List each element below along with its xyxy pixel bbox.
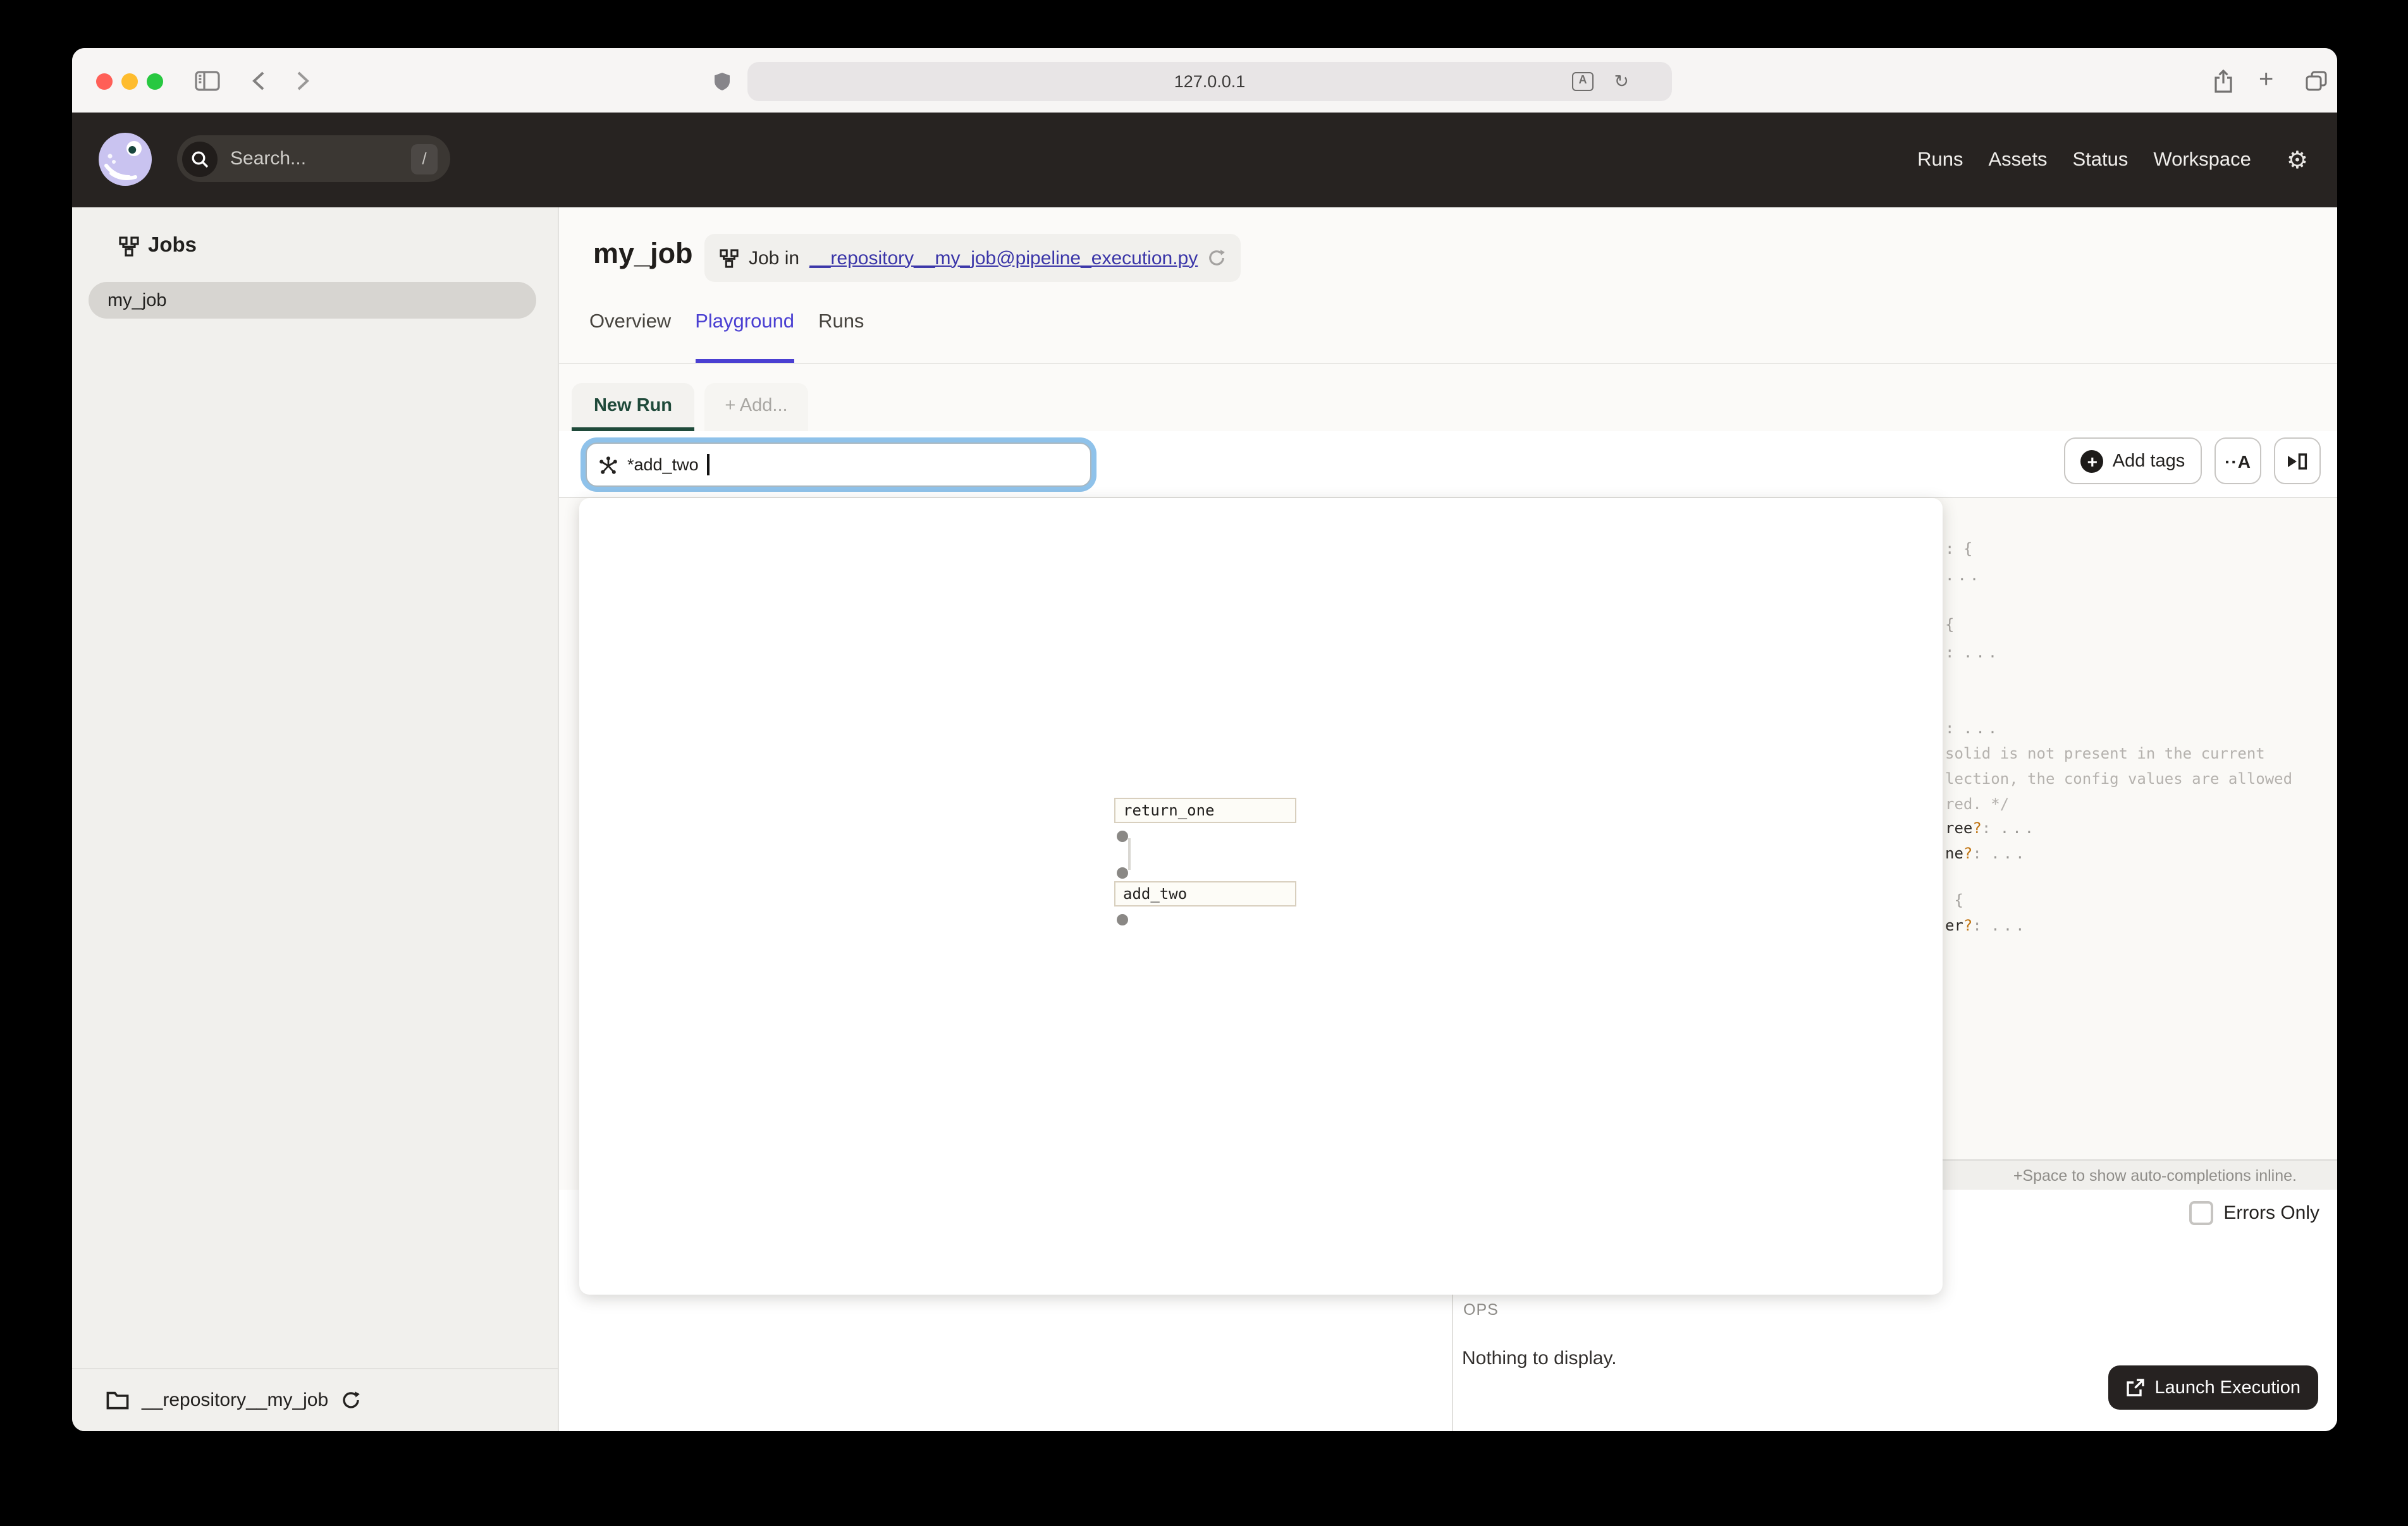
errors-only-label: Errors Only <box>2223 1202 2319 1224</box>
repository-link[interactable]: __repository__my_job@pipeline_execution.… <box>809 247 1198 269</box>
reload-repository-icon[interactable] <box>341 1391 360 1410</box>
config-line: ree?: ... <box>1945 819 2037 837</box>
sidebar-toggle-icon[interactable] <box>195 71 220 91</box>
add-tags-label: Add tags <box>2112 451 2185 471</box>
op-selector-input[interactable]: *add_two <box>586 443 1091 487</box>
add-tags-button[interactable]: + Add tags <box>2064 437 2202 484</box>
browser-toolbar: 127.0.0.1 A ↻ + <box>72 48 2337 114</box>
app-body: Jobs my_job __repository__my_job my_job … <box>72 207 2337 1431</box>
tab-add-run[interactable]: + Add... <box>704 383 808 431</box>
text-caret <box>707 454 710 475</box>
header-nav: Runs Assets Status Workspace <box>1917 149 2251 171</box>
sidebar-title: Jobs <box>148 234 197 257</box>
search-input[interactable]: Search... / <box>177 135 450 182</box>
browser-window: 127.0.0.1 A ↻ + Search... / Runs Assets … <box>72 48 2337 1431</box>
plus-circle-icon: + <box>2080 449 2104 472</box>
jobs-sidebar: Jobs my_job __repository__my_job <box>72 207 559 1431</box>
config-line: { <box>1945 891 1963 909</box>
sidebar-item-my-job[interactable]: my_job <box>89 282 536 319</box>
tab-new-run[interactable]: New Run <box>572 383 694 431</box>
output-port-dot <box>1116 830 1127 841</box>
errors-only-control: Errors Only <box>2189 1201 2319 1225</box>
errors-only-checkbox[interactable] <box>2189 1201 2214 1225</box>
config-line: solid is not present in the current <box>1945 745 2265 762</box>
url-text: 127.0.0.1 <box>1174 72 1246 91</box>
nav-assets[interactable]: Assets <box>1988 149 2047 171</box>
share-icon[interactable] <box>2213 70 2233 94</box>
dagster-logo[interactable] <box>99 133 152 186</box>
config-line: { <box>1945 616 1955 633</box>
reload-workspace-icon[interactable] <box>1208 249 1226 267</box>
launch-label: Launch Execution <box>2154 1377 2300 1398</box>
translate-icon[interactable]: A <box>1572 62 1594 101</box>
screen: 127.0.0.1 A ↻ + Search... / Runs Assets … <box>0 0 2408 1526</box>
config-line: : ... <box>1945 719 2001 737</box>
input-port-dot <box>1116 867 1127 878</box>
page-title: my_job <box>593 238 693 269</box>
folder-icon <box>106 1391 129 1410</box>
badge-prefix: Job in <box>749 247 800 269</box>
graph-node-return-one[interactable]: return_one <box>1114 798 1296 823</box>
tab-overview[interactable]: Overview <box>589 311 671 359</box>
scaffold-missing-config-button[interactable]: ··A <box>2214 437 2261 484</box>
tabs-divider <box>559 363 2337 364</box>
repository-name: __repository__my_job <box>142 1389 329 1411</box>
nav-workspace[interactable]: Workspace <box>2153 149 2251 171</box>
job-icon <box>119 236 139 256</box>
config-line: : ... <box>1945 644 2001 661</box>
app-header: Search... / Runs Assets Status Workspace ⚙ <box>72 113 2337 207</box>
graph-node-add-two[interactable]: add_two <box>1114 881 1296 906</box>
config-line: ... <box>1945 566 1982 584</box>
search-icon <box>182 141 218 176</box>
reload-icon[interactable]: ↻ <box>1614 62 1629 101</box>
gear-icon[interactable]: ⚙ <box>2287 146 2308 174</box>
job-icon <box>720 248 739 267</box>
config-line: lection, the config values are allowed <box>1945 770 2293 788</box>
job-origin-badge: Job in __repository__my_job@pipeline_exe… <box>704 234 1241 282</box>
op-selector-icon <box>598 455 618 475</box>
config-line: : { <box>1945 540 1973 558</box>
new-tab-icon[interactable]: + <box>2259 67 2273 92</box>
search-placeholder: Search... <box>230 148 307 169</box>
zoom-window-button[interactable] <box>146 73 163 89</box>
config-line: er?: ... <box>1945 917 2028 934</box>
launch-execution-button[interactable]: Launch Execution <box>2108 1365 2318 1410</box>
sidebar-item-label: my_job <box>108 290 167 310</box>
play-rect-icon <box>2287 452 2308 470</box>
config-line: red. */ <box>1945 795 2010 813</box>
search-shortcut-key: / <box>411 143 438 174</box>
autocomplete-hint: +Space to show auto-completions inline. <box>2013 1167 2297 1185</box>
forward-button[interactable] <box>296 71 310 91</box>
repository-footer[interactable]: __repository__my_job <box>72 1368 558 1431</box>
tab-runs[interactable]: Runs <box>818 311 864 359</box>
address-bar[interactable]: 127.0.0.1 A ↻ <box>747 62 1672 101</box>
page-tabs: Overview Playground Runs <box>589 311 864 363</box>
ops-empty-message: Nothing to display. <box>1462 1348 1617 1369</box>
output-port-dot <box>1116 913 1127 925</box>
execute-preview-button[interactable] <box>2274 437 2321 484</box>
config-line: ne?: ... <box>1945 845 2028 862</box>
back-button[interactable] <box>252 71 266 91</box>
privacy-shield-icon[interactable] <box>713 72 731 91</box>
run-tab-strip: New Run + Add... <box>572 383 808 431</box>
nav-status[interactable]: Status <box>2073 149 2128 171</box>
op-selection-value: *add_two <box>627 455 699 474</box>
main-content: my_job Job in __repository__my_job@pipel… <box>559 207 2337 1431</box>
edge-connector <box>1127 838 1130 870</box>
close-window-button[interactable] <box>95 73 112 89</box>
launch-icon <box>2125 1378 2144 1397</box>
sidebar-header: Jobs <box>119 234 197 258</box>
tab-playground[interactable]: Playground <box>695 311 795 363</box>
tab-overview-icon[interactable] <box>2306 71 2327 91</box>
playground-content: : {... { : ... : ... solid is not present in… <box>559 498 2337 1431</box>
nav-runs[interactable]: Runs <box>1917 149 1963 171</box>
op-graph-panel[interactable]: return_one add_two <box>579 498 1943 1295</box>
ops-section-heading: OPS <box>1463 1301 1499 1319</box>
minimize-window-button[interactable] <box>121 73 137 89</box>
